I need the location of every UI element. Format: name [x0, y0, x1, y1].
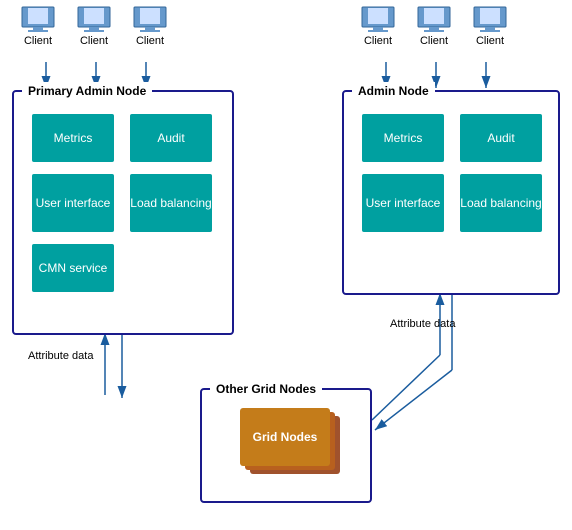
client-icon-left-2: Client [76, 5, 112, 47]
left-clients: Client Client Client [20, 5, 168, 47]
admin-node-box: Admin Node Metrics Audit User interface … [342, 90, 560, 295]
grid-card-front: Grid Nodes [240, 408, 330, 466]
primary-metrics-tile: Metrics [32, 114, 114, 162]
admin-user-interface-tile: User interface [362, 174, 444, 232]
diagram: Client Client Client [0, 0, 572, 530]
primary-cmn-service-tile: CMN service [32, 244, 114, 292]
primary-audit-tile: Audit [130, 114, 212, 162]
attribute-data-label-right: Attribute data [390, 318, 455, 330]
attribute-data-label-left: Attribute data [28, 350, 93, 362]
client-icon-right-1: Client [360, 5, 396, 47]
primary-admin-node-box: Primary Admin Node Metrics Audit User in… [12, 90, 234, 335]
computer-svg-5 [416, 5, 452, 35]
other-grid-nodes-title: Other Grid Nodes [210, 380, 322, 398]
computer-svg-2 [76, 5, 112, 35]
client-icon-right-3: Client [472, 5, 508, 47]
admin-load-balancing-tile: Load balancing [460, 174, 542, 232]
admin-metrics-tile: Metrics [362, 114, 444, 162]
other-grid-nodes-box: Other Grid Nodes Grid Nodes [200, 388, 372, 503]
computer-svg-1 [20, 5, 56, 35]
right-clients: Client Client Client [360, 5, 508, 47]
admin-audit-tile: Audit [460, 114, 542, 162]
client-icon-left-1: Client [20, 5, 56, 47]
admin-node-title: Admin Node [352, 82, 435, 100]
client-icon-right-2: Client [416, 5, 452, 47]
primary-load-balancing-tile: Load balancing [130, 174, 212, 232]
primary-user-interface-tile: User interface [32, 174, 114, 232]
computer-svg-4 [360, 5, 396, 35]
computer-svg-6 [472, 5, 508, 35]
primary-admin-node-title: Primary Admin Node [22, 82, 152, 100]
client-icon-left-3: Client [132, 5, 168, 47]
grid-nodes-label: Grid Nodes [253, 430, 318, 444]
computer-svg-3 [132, 5, 168, 35]
